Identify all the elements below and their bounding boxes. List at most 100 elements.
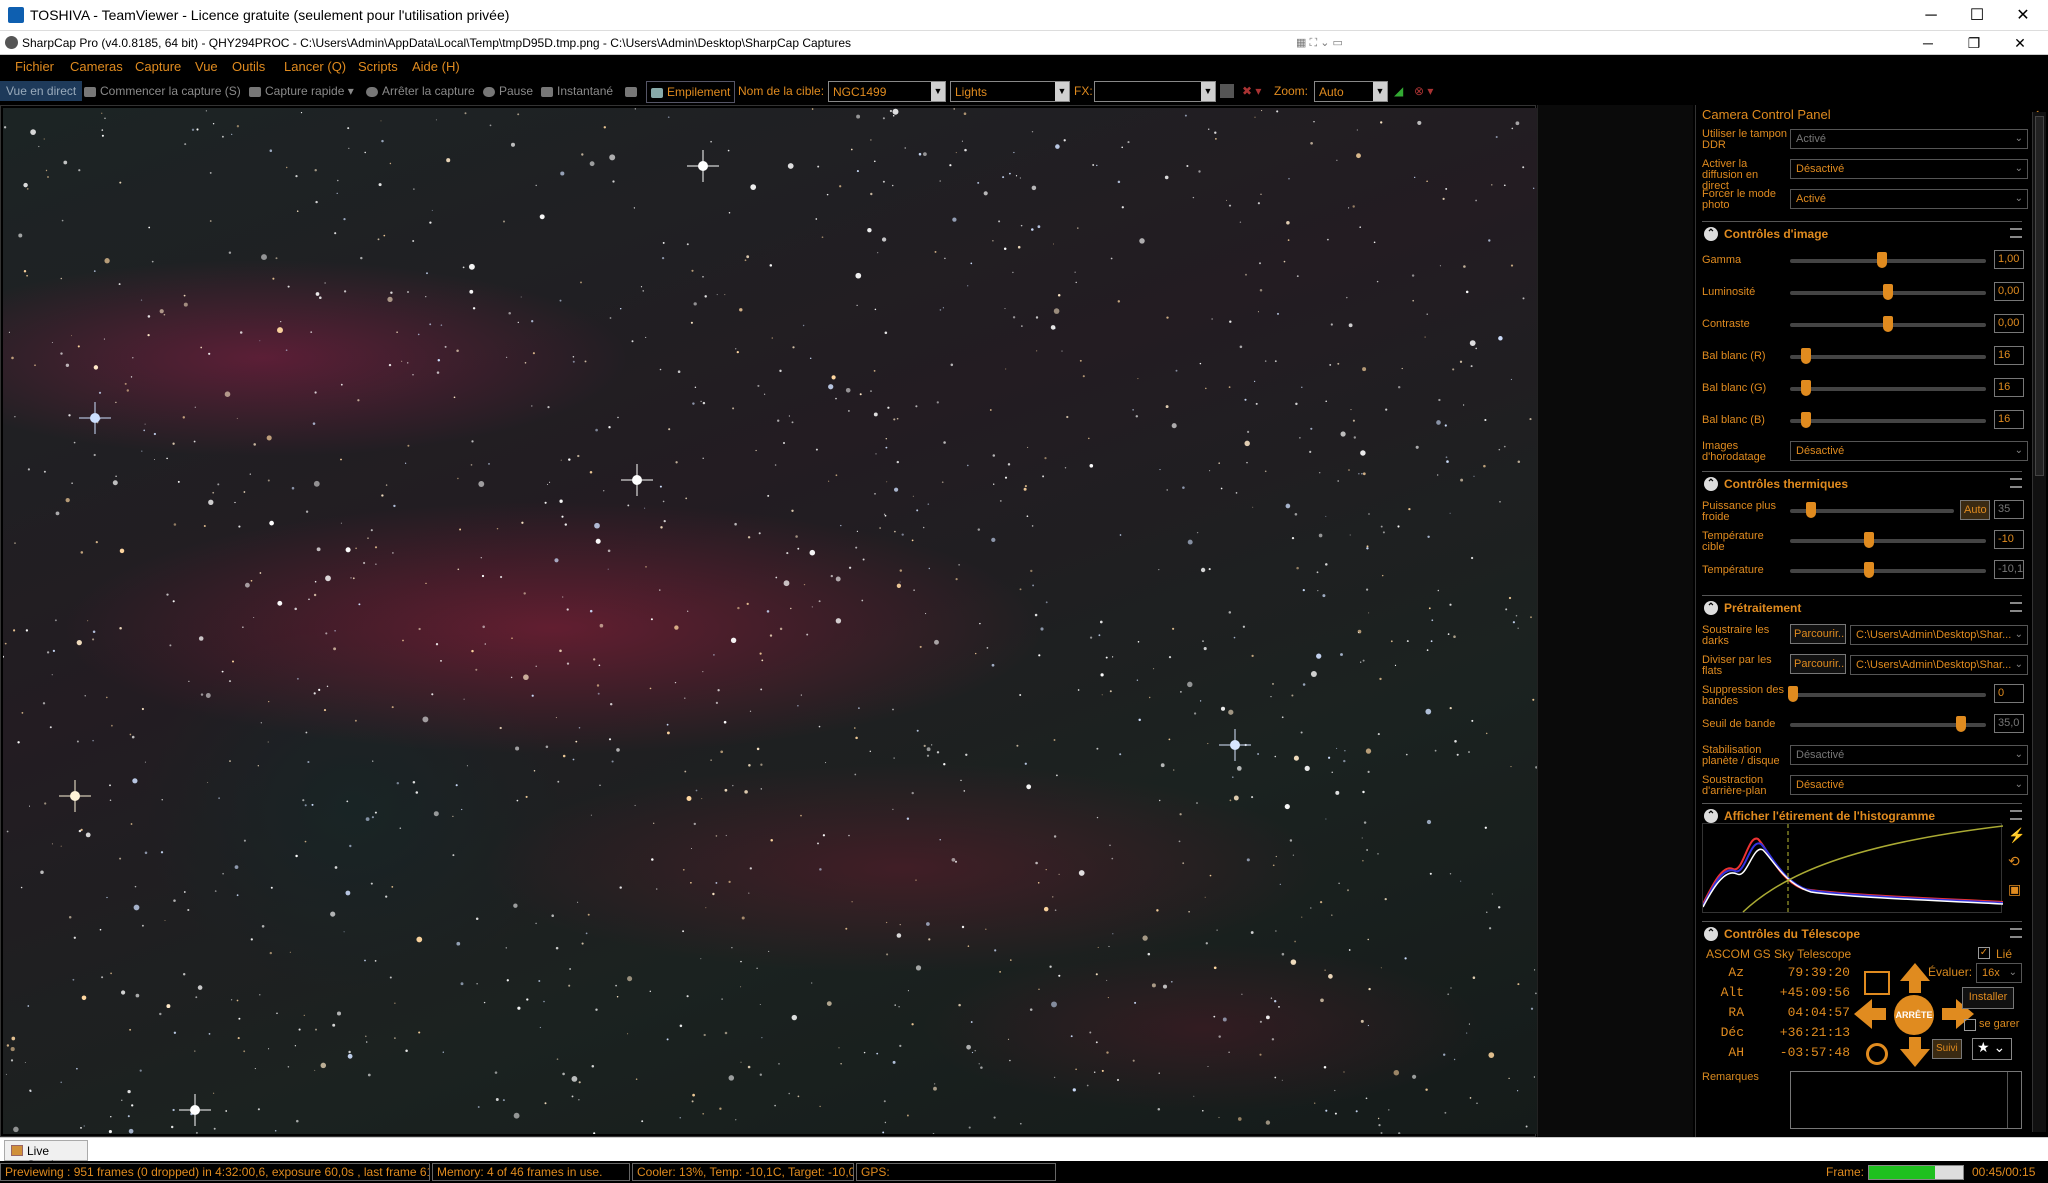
zoom-combo[interactable]: Auto ▼ [1314,81,1388,102]
image-control-slider[interactable] [1790,284,1986,300]
tab-live-stack[interactable]: Live Stack [4,1140,88,1172]
menu-scripts[interactable]: Scripts [358,59,398,74]
image-control-slider[interactable] [1790,348,1986,364]
panel-scrollbar[interactable] [2032,112,2046,1132]
target-temp-value[interactable]: -10 [1994,530,2024,549]
tv-close-button[interactable]: ✕ [2000,0,2046,31]
sc-restore-button[interactable]: ❐ [1954,31,1994,55]
menu-capture[interactable]: Capture [135,59,181,74]
install-button[interactable]: Installer [1962,987,2014,1009]
stacking-button[interactable]: Empilement [646,81,736,103]
collapse-icon[interactable]: ⌃ [1704,477,1718,491]
image-control-value[interactable]: 0,00 [1994,282,2024,301]
menu-cameras[interactable]: Cameras [70,59,123,74]
stabilization-select[interactable]: Désactivé ⌄ [1790,745,2028,765]
dark-browse-button[interactable]: Parcourir... [1790,624,1846,644]
target-temp-slider[interactable] [1790,532,1986,548]
image-control-slider[interactable] [1790,316,1986,332]
menu-icon[interactable] [2010,928,2022,938]
lightning-icon[interactable]: ⚡ [2008,827,2025,844]
linked-checkbox[interactable]: ✓ [1978,947,1990,959]
notes-scrollbar[interactable] [2007,1072,2021,1128]
teamviewer-remote-tools-icon[interactable]: ▦ ⛶ ⌄ ▭ [1296,36,1356,50]
photo-mode-select[interactable]: Activé ⌄ [1790,189,2028,209]
image-control-value[interactable]: 16 [1994,410,2024,429]
start-capture-button[interactable]: Commencer la capture (S) [84,84,241,98]
stop-button[interactable]: ARRÊTE [1894,995,1934,1035]
collapse-icon[interactable]: ⌃ [1704,227,1718,241]
slider-thumb[interactable] [1883,316,1893,332]
collapse-icon[interactable]: ⌃ [1704,601,1718,615]
sc-close-button[interactable]: ✕ [2000,31,2040,55]
reticle-icon[interactable]: ⊗ ▾ [1414,84,1433,98]
slider-thumb[interactable] [1956,716,1966,732]
thermal-controls-header[interactable]: ⌃ Contrôles thermiques [1702,471,2022,495]
slider-thumb[interactable] [1788,686,1798,702]
star-select-icon[interactable]: ★ ⌄ [1972,1038,2012,1060]
park-checkbox[interactable] [1964,1019,1976,1031]
image-controls-header[interactable]: ⌃ Contrôles d'image [1702,221,2022,245]
chevron-down-icon[interactable]: ▼ [1373,82,1387,101]
chevron-down-icon[interactable]: ▼ [931,82,945,101]
background-select[interactable]: Désactivé ⌄ [1790,775,2028,795]
image-control-value[interactable]: 1,00 [1994,250,2024,269]
menu-outils[interactable]: Outils [232,59,265,74]
follow-button[interactable]: Suivi [1932,1039,1962,1059]
cooler-power-slider[interactable] [1790,502,1954,518]
chevron-down-icon[interactable]: ▼ [1055,82,1069,101]
chevron-down-icon[interactable]: ▼ [1201,82,1215,101]
target-icon[interactable] [1866,1043,1888,1065]
menu-icon[interactable] [2010,602,2022,612]
cooler-power-value[interactable]: 35 [1994,500,2024,519]
menu-fichier[interactable]: Fichier [15,59,54,74]
slider-thumb[interactable] [1801,380,1812,396]
histogram-chart[interactable] [1702,823,2004,914]
display-settings-icon[interactable] [625,84,641,98]
arrow-left-icon[interactable] [1854,999,1872,1029]
image-control-slider[interactable] [1790,412,1986,428]
image-control-value[interactable]: 16 [1994,378,2024,397]
frame-type-combo[interactable]: Lights ▼ [950,81,1070,102]
target-name-combo[interactable]: NGC1499 ▼ [828,81,946,102]
snapshot-button[interactable]: Instantané [541,84,613,98]
telescope-header[interactable]: ⌃ Contrôles du Télescope [1702,921,2022,945]
tv-minimize-button[interactable]: ─ [1908,0,1954,31]
collapse-icon[interactable]: ⌃ [1704,809,1718,823]
live-view-button[interactable]: Vue en direct [0,81,83,101]
slider-thumb[interactable] [1883,284,1893,300]
slew-area-icon[interactable] [1864,971,1890,995]
flat-path-select[interactable]: C:\Users\Admin\Desktop\Shar... ⌄ [1850,655,2028,675]
band-suppression-value[interactable]: 0 [1994,684,2024,703]
live-broadcast-select[interactable]: Désactivé ⌄ [1790,159,2028,179]
band-threshold-slider[interactable] [1790,716,1986,732]
menu-aide[interactable]: Aide (H) [412,59,460,74]
collapse-icon[interactable]: ⌃ [1704,927,1718,941]
stop-capture-button[interactable]: Arrêter la capture [366,84,475,98]
pause-button[interactable]: Pause [483,84,533,98]
slider-thumb[interactable] [1806,502,1816,518]
tv-maximize-button[interactable]: ☐ [1954,0,2000,31]
panel-scrollbar-thumb[interactable] [2035,116,2044,476]
band-suppression-slider[interactable] [1788,686,1986,702]
image-control-value[interactable]: 0,00 [1994,314,2024,333]
fx-combo[interactable]: ▼ [1094,81,1216,102]
fx-settings-icon[interactable] [1220,84,1234,98]
slider-thumb[interactable] [1877,252,1888,268]
image-control-slider[interactable] [1790,252,1986,268]
cooler-auto-button[interactable]: Auto [1960,500,1990,520]
band-threshold-value[interactable]: 35,0 [1994,714,2024,733]
rate-select[interactable]: 16x ⌄ [1976,963,2022,983]
reset-icon[interactable]: ⟲ [2008,853,2020,870]
menu-icon[interactable] [2010,478,2022,488]
slider-thumb[interactable] [1864,532,1874,548]
menu-icon[interactable] [2010,810,2022,820]
arrow-up-icon[interactable] [1900,963,1930,981]
preprocessing-header[interactable]: ⌃ Prétraitement [1702,595,2022,619]
flat-browse-button[interactable]: Parcourir... [1790,654,1846,674]
crosshair-icon[interactable]: ✖ ▾ [1242,84,1261,98]
timestamp-select[interactable]: Désactivé ⌄ [1790,441,2028,461]
sc-minimize-button[interactable]: ─ [1908,31,1948,55]
menu-vue[interactable]: Vue [195,59,218,74]
image-control-value[interactable]: 16 [1994,346,2024,365]
histogram-icon[interactable]: ◢ [1394,84,1403,98]
